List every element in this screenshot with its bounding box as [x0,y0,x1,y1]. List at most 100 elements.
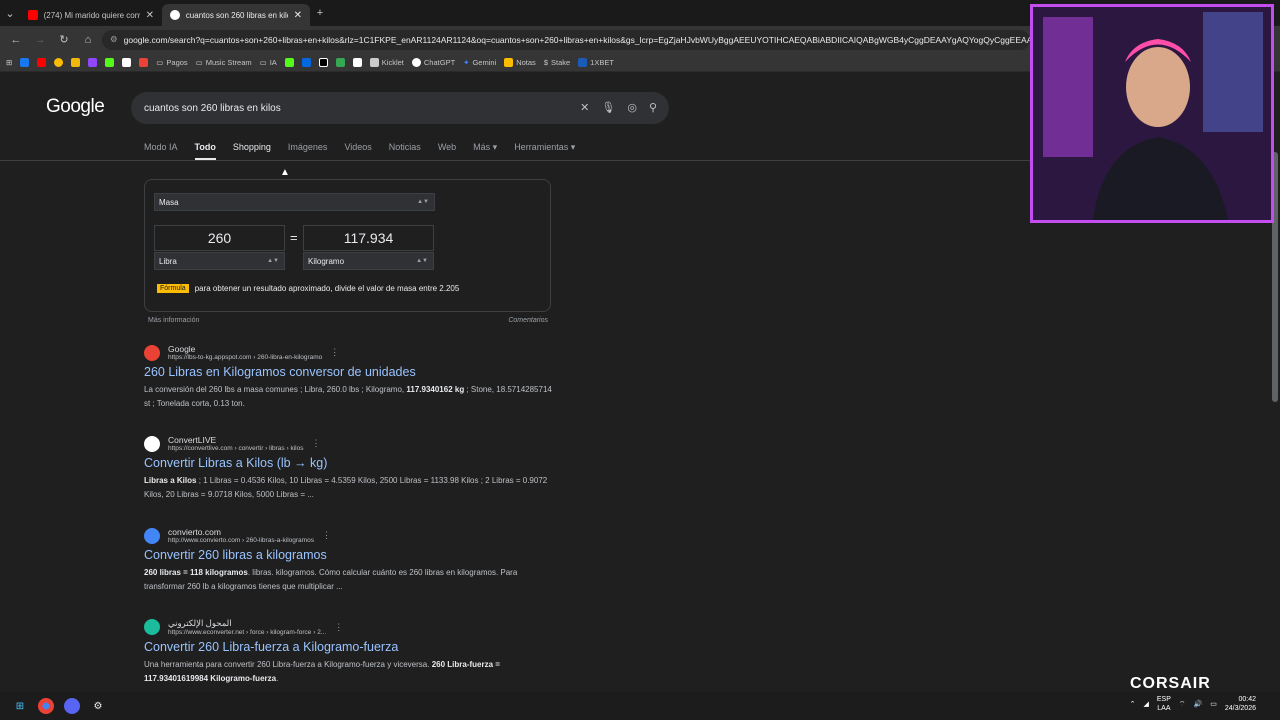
battery-icon[interactable]: ▭ [1210,700,1217,708]
apps-icon[interactable]: ⊞ [6,58,12,67]
divider [0,160,1030,161]
bookmark-notas[interactable]: Notas [504,57,536,67]
result-source[interactable]: ConvertLIVE https://convertlive.com › co… [144,435,564,452]
more-info-link[interactable]: Más información [148,317,199,324]
meta-icon[interactable] [301,57,311,67]
more-options-icon[interactable]: ⋮ [322,530,331,541]
bookmark-gemini[interactable]: ✦ Gemini [463,58,496,67]
close-icon[interactable]: ✕ [146,10,154,21]
tab-search[interactable]: cuantos son 260 libras en kilos ✕ [162,4,310,26]
result-source[interactable]: Google https://lbs-to-kg.appspot.com › 2… [144,344,564,361]
chatgpt-icon [411,57,421,67]
more-options-icon[interactable]: ⋮ [330,347,339,358]
kick-icon[interactable] [284,57,294,67]
search-box[interactable]: cuantos son 260 libras en kilos ✕ 🎙 ◎ ⚲ [131,92,669,124]
search-actions: ✕ 🎙 ◎ ⚲ [580,101,657,114]
address-bar[interactable]: ⚙ google.com/search?q=cuantos+son+260+li… [102,29,1030,50]
feedback-link[interactable]: Comentarios [508,317,548,324]
clear-icon[interactable]: ✕ [580,101,589,114]
result-source[interactable]: المحول الإلكتروني https://www.econverter… [144,618,564,636]
to-unit-select[interactable]: Kilogramo ▲▼ [303,252,434,270]
tiktok-icon[interactable] [318,57,328,67]
filter-shopping[interactable]: Shopping [233,142,271,160]
result-snippet: 260 libras = 118 kilogramos. libras. kil… [144,568,518,591]
filter-todo[interactable]: Todo [194,142,216,160]
site-url: http://www.convierto.com › 260-libras-a-… [168,537,314,544]
binance-icon[interactable] [71,57,81,67]
network-icon[interactable]: ◢ [1144,700,1149,708]
bookmark-kicklet[interactable]: Kicklet [369,57,404,67]
chevron-updown-icon: ▲▼ [417,199,429,205]
language-indicator[interactable]: ESP LAA [1157,695,1171,713]
filter-noticias[interactable]: Noticias [389,142,421,160]
search-icon[interactable]: ⚲ [649,101,657,114]
chevron-updown-icon: ▲▼ [267,258,279,264]
kick-icon[interactable] [105,57,115,67]
chevron-up-icon[interactable]: ⌃ [1130,700,1136,708]
p-icon[interactable] [122,57,132,67]
bookmark-chatgpt[interactable]: ChatGPT [411,57,455,67]
twitch-icon[interactable] [88,57,98,67]
result-title-link[interactable]: 260 Libras en Kilogramos conversor de un… [144,365,564,379]
result-title-link[interactable]: Convertir 260 libras a kilogramos [144,548,564,562]
chrome-icon[interactable] [38,698,54,714]
search-input[interactable]: cuantos son 260 libras en kilos [144,103,281,114]
facebook-icon[interactable] [20,57,30,67]
bookmark-folder-pagos[interactable]: ▭ Pagos [156,58,187,67]
equals-sign: = [290,230,298,245]
lens-icon[interactable]: ◎ [627,101,637,114]
filter-modo-ia[interactable]: Modo IA [144,142,178,160]
from-value-input[interactable]: 260 [154,225,285,251]
back-icon[interactable]: ← [6,30,26,50]
discord-icon[interactable] [64,698,80,714]
youtube-icon [28,10,38,20]
mouse-cursor-icon: ▲ [280,167,290,178]
converter-footer: Más información Comentarios [148,317,548,324]
formula-tag: Fórmula [157,284,189,293]
from-unit-select[interactable]: Libra ▲▼ [154,252,285,270]
result-source[interactable]: convierto.com http://www.convierto.com ›… [144,527,564,544]
youtube-icon[interactable] [37,57,47,67]
google-logo[interactable]: Google [46,96,105,118]
forward-icon[interactable]: → [30,30,50,50]
to-value-input[interactable]: 117.934 [303,225,434,251]
close-icon[interactable]: ✕ [294,10,302,21]
reload-icon[interactable]: ↻ [54,30,74,50]
chevron-updown-icon: ▲▼ [416,258,428,264]
filter-videos[interactable]: Videos [344,142,371,160]
more-options-icon[interactable]: ⋮ [334,622,343,633]
bookmark-folder-music[interactable]: ▭ Music Stream [196,58,252,67]
result-title-link[interactable]: Convertir 260 Libra-fuerza a Kilogramo-f… [144,640,564,654]
new-tab-button[interactable]: + [310,3,330,23]
site-info-icon[interactable]: ⚙ [110,34,118,45]
stake-icon: $ [543,57,548,67]
tab-list-button[interactable]: ⌄ [0,3,20,23]
tab-youtube[interactable]: (274) Mi marido quiere convert ✕ [20,4,162,26]
gemini-icon: ✦ [463,57,470,67]
windows-start-icon[interactable]: ⊞ [12,698,28,714]
bookmark-stake[interactable]: $ Stake [544,58,570,67]
streamer-image [1033,7,1271,220]
site-url: https://www.econverter.net › force › kil… [168,629,327,636]
filter-imagenes[interactable]: Imágenes [288,142,328,160]
volume-icon[interactable]: 🔊 [1194,700,1203,708]
more-options-icon[interactable]: ⋮ [311,438,320,449]
search-filters: Modo IA Todo Shopping Imágenes Videos No… [144,142,575,160]
home-icon[interactable]: ⌂ [78,30,98,50]
filter-mas[interactable]: Más ▾ [473,142,497,160]
mic-icon[interactable]: 🎙 [601,101,615,114]
gmail-icon[interactable] [139,57,149,67]
refresh-ext-icon[interactable] [335,57,345,67]
wifi-icon[interactable]: ⌔ [1179,700,1186,709]
category-select[interactable]: Masa ▲▼ [154,193,435,211]
clock[interactable]: 00:42 24/3/2026 [1225,695,1256,713]
result-title-link[interactable]: Convertir Libras a Kilos (lb → kg) [144,456,564,470]
site-url: https://convertlive.com › convertir › li… [168,445,304,452]
settings-icon[interactable]: ⚙ [90,698,106,714]
bookmark-1xbet[interactable]: 1XBET [578,57,614,67]
bookmark-folder-ia[interactable]: ▭ IA [260,58,277,67]
chrome-icon[interactable] [54,57,64,67]
filter-web[interactable]: Web [438,142,456,160]
stake-icon[interactable] [352,57,362,67]
filter-herramientas[interactable]: Herramientas ▾ [514,142,575,160]
